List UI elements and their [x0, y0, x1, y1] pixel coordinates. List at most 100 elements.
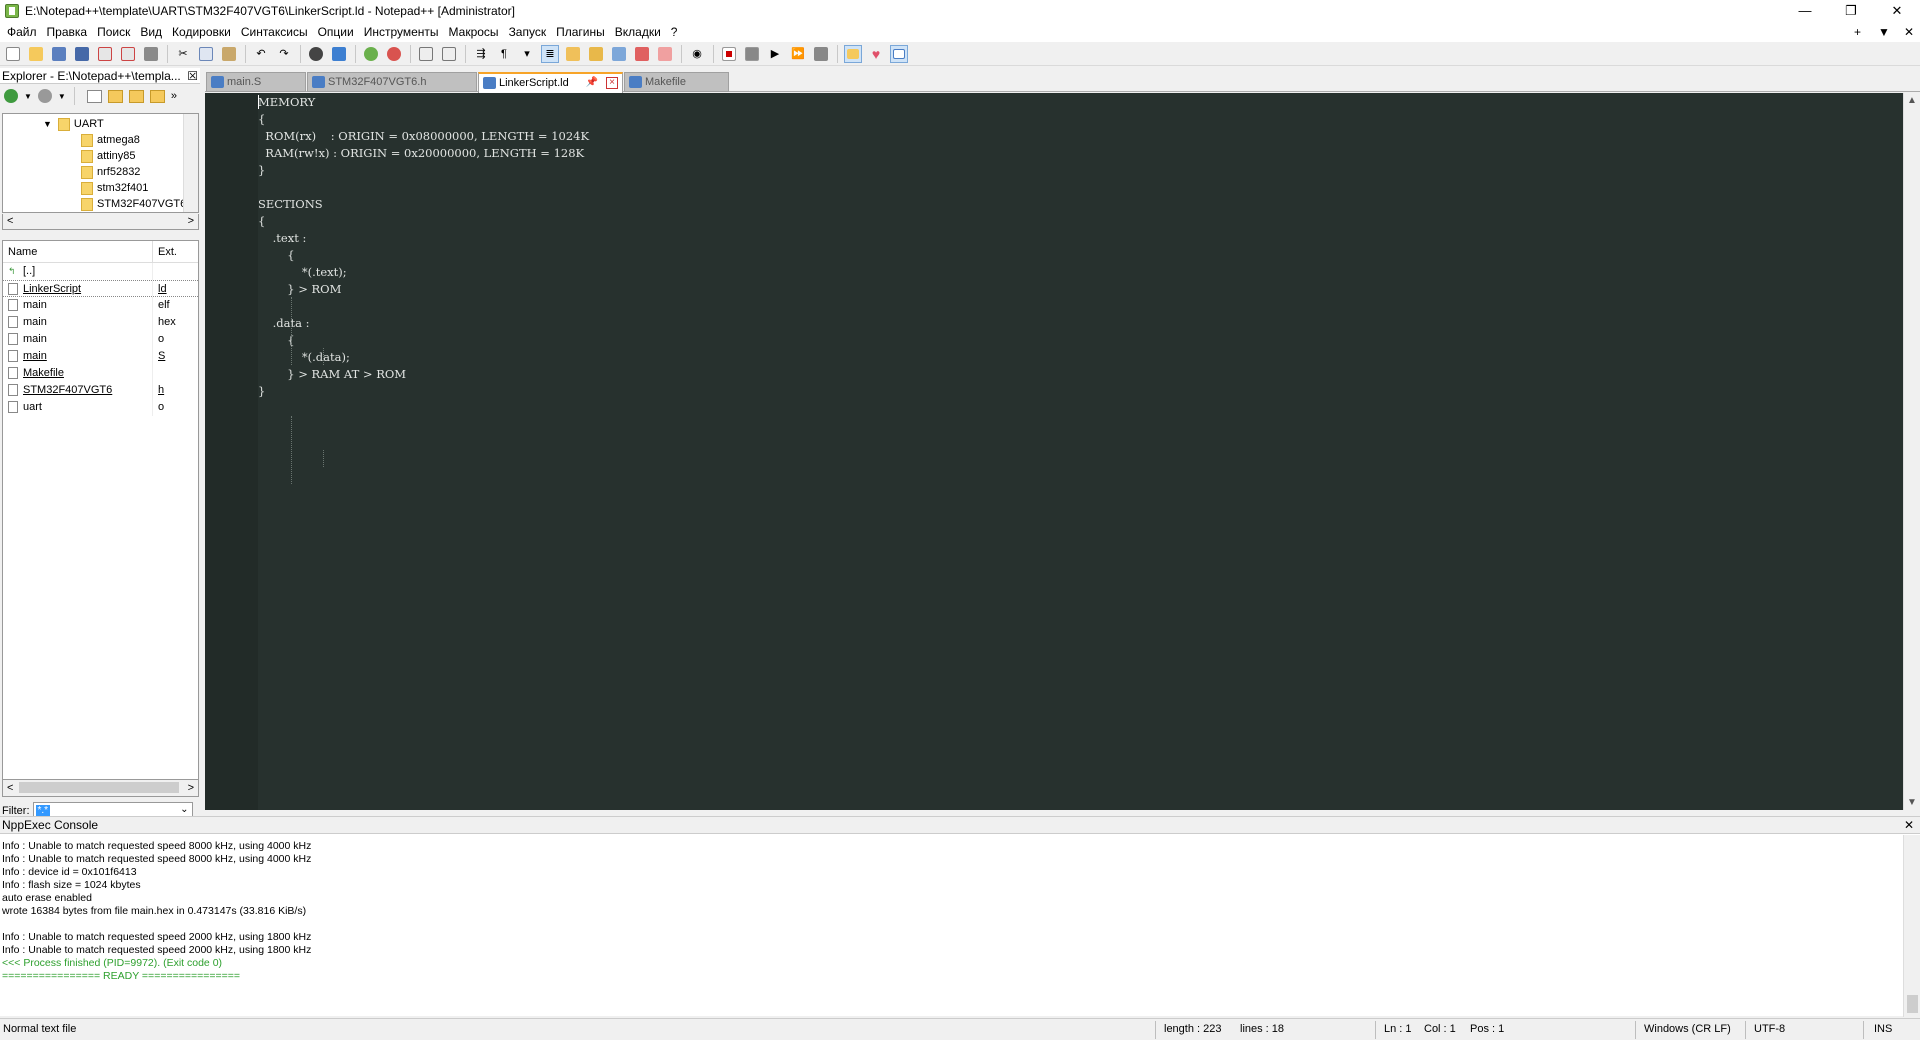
paste-icon[interactable] [220, 45, 238, 63]
cut-icon[interactable]: ✂ [174, 45, 192, 63]
maximize-button[interactable]: ❐ [1828, 0, 1874, 22]
code-line[interactable]: } > ROM [258, 281, 341, 298]
file-row-uart-o[interactable]: uart o [3, 399, 198, 416]
save-all-icon[interactable] [73, 45, 91, 63]
file-list-horizontal-scrollbar[interactable]: < > [2, 780, 199, 797]
explorer-icon[interactable] [844, 44, 862, 63]
menu-tools[interactable]: Инструменты [359, 22, 444, 42]
file-row-makefile[interactable]: Makefile [3, 365, 198, 382]
show-all-chars-icon[interactable]: ¶ [495, 45, 513, 63]
save-icon[interactable] [50, 45, 68, 63]
heart-icon[interactable]: ♥ [867, 45, 885, 63]
status-encoding[interactable]: UTF-8 [1754, 1019, 1785, 1040]
open-file-icon[interactable] [27, 45, 45, 63]
pin-icon[interactable]: 📌 [586, 74, 598, 92]
folder-workspace-icon[interactable] [610, 45, 628, 63]
find-icon[interactable] [307, 45, 325, 63]
tree-vertical-scrollbar[interactable] [183, 114, 198, 212]
code-line[interactable]: MEMORY [258, 94, 315, 111]
back-icon[interactable] [4, 89, 18, 103]
doc-close-icon[interactable] [656, 45, 674, 63]
status-insert-mode[interactable]: INS [1874, 1019, 1892, 1040]
menu-language[interactable]: Синтаксисы [236, 22, 313, 42]
menu-encoding[interactable]: Кодировки [167, 22, 236, 42]
scroll-left-icon[interactable]: < [7, 780, 13, 796]
file-row-linkerscript[interactable]: LinkerScript ld [3, 280, 198, 297]
code-line[interactable]: .text : [258, 230, 307, 247]
scroll-left-icon[interactable]: < [7, 214, 13, 229]
status-eol[interactable]: Windows (CR LF) [1644, 1019, 1731, 1040]
menu-help[interactable]: ? [666, 22, 683, 42]
close-icon[interactable] [96, 45, 114, 63]
file-row-stm32-h[interactable]: STM32F407VGT6 h [3, 382, 198, 399]
menu-plugins[interactable]: Плагины [551, 22, 610, 42]
tab-stm32f407vgt6-h[interactable]: STM32F407VGT6.h [307, 72, 477, 92]
chevron-down-icon[interactable]: ⌄ [180, 804, 188, 815]
tab-linkerscript-ld[interactable]: LinkerScript.ld 📌 × [478, 72, 623, 93]
console-icon[interactable] [890, 44, 908, 63]
more-chevron-icon[interactable]: » [171, 90, 177, 102]
new-tab-plus-button[interactable]: + [1854, 22, 1861, 42]
tree-node-stm32f401[interactable]: stm32f401 [81, 180, 148, 196]
tree-node-uart[interactable]: ▼ UART [43, 116, 104, 132]
menu-edit[interactable]: Правка [42, 22, 93, 42]
code-line[interactable]: RAM(rw!x) : ORIGIN = 0x20000000, LENGTH … [258, 145, 584, 162]
file-row-parent[interactable]: ↰ [..] [3, 263, 198, 280]
console-output[interactable]: Info : Unable to match requested speed 8… [2, 840, 311, 983]
code-line[interactable]: { [258, 111, 265, 128]
code-line[interactable]: } > RAM AT > ROM [258, 366, 406, 383]
tree-expander-icon[interactable]: ▼ [43, 119, 52, 129]
replace-icon[interactable] [330, 45, 348, 63]
file-row-main-s[interactable]: main S [3, 348, 198, 365]
code-line[interactable]: SECTIONS [258, 196, 323, 213]
tree-node-stm32f407vgt6[interactable]: STM32F407VGT6 [81, 196, 186, 212]
file-row-main-elf[interactable]: main elf [3, 297, 198, 314]
tab-list-dropdown-button[interactable]: ▼ [1878, 22, 1890, 42]
scroll-right-icon[interactable]: > [188, 780, 194, 796]
tree-node-attiny85[interactable]: attiny85 [81, 148, 136, 164]
tab-main-s[interactable]: main.S [206, 72, 306, 92]
editor-vertical-scrollbar[interactable]: ▲ ▼ [1903, 93, 1920, 810]
lang-icon[interactable]: ≣ [541, 44, 559, 63]
code-editor[interactable]: 123456789101112131415161718 MEMORY{ ROM(… [205, 93, 1920, 810]
play-icon[interactable]: ▶ [766, 45, 784, 63]
code-line[interactable]: { [258, 213, 265, 230]
scroll-right-icon[interactable]: > [188, 214, 194, 229]
open-folder-icon[interactable] [128, 89, 144, 103]
folder-up-icon[interactable] [149, 89, 165, 103]
explorer-close-button[interactable]: ☒ [187, 68, 198, 83]
code-line[interactable]: } [258, 162, 265, 179]
doc-map-icon[interactable] [564, 45, 582, 63]
minimize-button[interactable]: — [1782, 0, 1828, 22]
record-icon[interactable] [720, 45, 738, 63]
tree-horizontal-scrollbar[interactable]: < > [2, 214, 199, 230]
menu-macro[interactable]: Макросы [444, 22, 504, 42]
menu-run[interactable]: Запуск [504, 22, 552, 42]
word-wrap-icon[interactable]: ⇶ [472, 45, 490, 63]
file-row-main-o[interactable]: main o [3, 331, 198, 348]
scroll-down-icon[interactable]: ▼ [1907, 797, 1917, 808]
indent-guide-icon[interactable]: ▾ [518, 45, 536, 63]
monitor-icon[interactable] [633, 45, 651, 63]
zoom-in-icon[interactable] [362, 45, 380, 63]
column-header-name[interactable]: Name [3, 241, 153, 262]
console-vertical-scrollbar[interactable] [1903, 835, 1920, 1017]
menu-search[interactable]: Поиск [92, 22, 135, 42]
stop-icon[interactable] [743, 45, 761, 63]
code-line[interactable]: } [258, 383, 265, 400]
tree-node-atmega8[interactable]: atmega8 [81, 132, 140, 148]
save-macro-icon[interactable] [812, 45, 830, 63]
code-line[interactable]: .data : [258, 315, 310, 332]
code-line[interactable]: { [258, 247, 294, 264]
forward-icon[interactable] [37, 89, 52, 103]
code-line[interactable]: *(.data); [258, 349, 350, 366]
undo-icon[interactable]: ↶ [252, 45, 270, 63]
zoom-out-icon[interactable] [385, 45, 403, 63]
new-folder-icon[interactable] [107, 89, 123, 103]
menu-view[interactable]: Вид [135, 22, 167, 42]
eye-icon[interactable]: ◉ [688, 45, 706, 63]
new-file-icon[interactable] [86, 89, 102, 103]
scrollbar-thumb[interactable] [19, 782, 179, 793]
code-line[interactable]: ROM(rx) : ORIGIN = 0x08000000, LENGTH = … [258, 128, 589, 145]
menu-window[interactable]: Вкладки [610, 22, 666, 42]
